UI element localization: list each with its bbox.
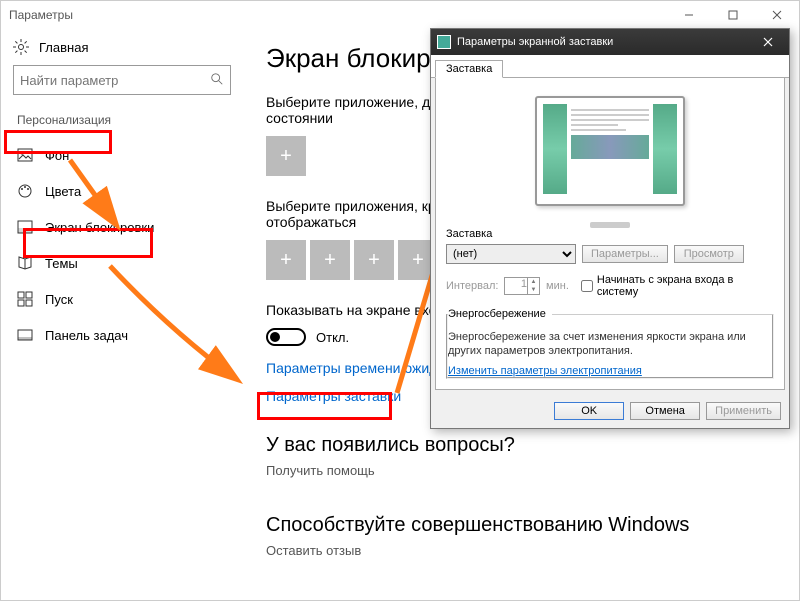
sidebar-category: Персонализация <box>13 109 115 131</box>
plus-icon: + <box>412 249 424 272</box>
brief-app-tile[interactable]: + <box>310 240 350 280</box>
sidebar-item-lockscreen[interactable]: Экран блокировки <box>13 209 246 245</box>
brief-app-tile[interactable]: + <box>266 240 306 280</box>
titlebar: Параметры <box>1 1 799 29</box>
sidebar-item-label: Панель задач <box>45 328 128 343</box>
lockscreen-icon <box>17 219 33 235</box>
plus-icon: + <box>368 249 380 272</box>
plus-icon: + <box>280 249 292 272</box>
screensaver-params-button[interactable]: Параметры... <box>582 245 668 263</box>
sidebar-home-label: Главная <box>39 40 88 55</box>
minimize-button[interactable] <box>667 1 711 29</box>
sidebar-item-label: Фон <box>45 148 69 163</box>
picture-icon <box>17 147 33 163</box>
energy-legend: Энергосбережение <box>448 308 552 320</box>
sidebar-item-label: Пуск <box>45 292 73 307</box>
search-input[interactable] <box>13 65 231 95</box>
sidebar-item-label: Экран блокировки <box>45 220 154 235</box>
taskbar-icon <box>17 327 33 343</box>
dialog-title: Параметры экранной заставки <box>457 36 613 48</box>
sidebar-item-label: Темы <box>45 256 78 271</box>
interval-unit: мин. <box>546 280 569 292</box>
plus-icon: + <box>324 249 336 272</box>
sidebar: Главная Персонализация Фон Цвета Экран б… <box>1 29 246 600</box>
gear-icon <box>13 39 29 55</box>
sidebar-item-themes[interactable]: Темы <box>13 245 246 281</box>
screensaver-preview-button[interactable]: Просмотр <box>674 245 744 263</box>
screensaver-settings-link[interactable]: Параметры заставки <box>266 388 401 404</box>
screensaver-select[interactable]: (нет) <box>446 244 576 264</box>
screensaver-preview-monitor <box>535 96 685 206</box>
detail-app-tile[interactable]: + <box>266 136 306 176</box>
chevron-up-icon[interactable]: ▲ <box>527 278 539 286</box>
interval-label: Интервал: <box>446 280 498 292</box>
brief-app-tile[interactable]: + <box>354 240 394 280</box>
cancel-button[interactable]: Отмена <box>630 402 700 420</box>
sidebar-item-background[interactable]: Фон <box>13 137 246 173</box>
chevron-down-icon[interactable]: ▼ <box>527 286 539 294</box>
dialog-icon <box>437 35 451 49</box>
improve-heading: Способствуйте совершенствованию Windows <box>266 514 779 537</box>
energy-text: Энергосбережение за счет изменения яркос… <box>448 330 772 359</box>
sidebar-item-colors[interactable]: Цвета <box>13 173 246 209</box>
sidebar-home[interactable]: Главная <box>13 33 246 65</box>
sidebar-item-start[interactable]: Пуск <box>13 281 246 317</box>
search-icon <box>210 72 224 89</box>
themes-icon <box>17 255 33 271</box>
maximize-button[interactable] <box>711 1 755 29</box>
show-on-login-toggle[interactable] <box>266 328 306 346</box>
questions-heading: У вас появились вопросы? <box>266 434 779 457</box>
energy-settings-link[interactable]: Изменить параметры электропитания <box>448 365 642 377</box>
interval-spinner[interactable]: 1 ▲▼ <box>504 277 540 295</box>
resume-checkbox-row[interactable]: Начинать с экрана входа в систему <box>581 274 774 298</box>
screensaver-section-label: Заставка <box>446 228 774 240</box>
palette-icon <box>17 183 33 199</box>
search-field[interactable] <box>20 73 190 88</box>
resume-checkbox-label: Начинать с экрана входа в систему <box>597 274 774 298</box>
start-icon <box>17 291 33 307</box>
dialog-titlebar: Параметры экранной заставки <box>431 29 789 55</box>
get-help-link[interactable]: Получить помощь <box>266 463 375 478</box>
resume-checkbox[interactable] <box>581 280 593 292</box>
dialog-close-button[interactable] <box>747 29 789 55</box>
ok-button[interactable]: OK <box>554 402 624 420</box>
window-title: Параметры <box>9 8 73 22</box>
close-button[interactable] <box>755 1 799 29</box>
sidebar-item-label: Цвета <box>45 184 81 199</box>
plus-icon: + <box>280 145 292 168</box>
apply-button[interactable]: Применить <box>706 402 781 420</box>
sidebar-item-taskbar[interactable]: Панель задач <box>13 317 246 353</box>
feedback-link[interactable]: Оставить отзыв <box>266 543 361 558</box>
toggle-state-label: Откл. <box>316 330 349 345</box>
dialog-tab-screensaver[interactable]: Заставка <box>435 60 503 78</box>
screensaver-dialog: Параметры экранной заставки Заставка Зас… <box>430 28 790 429</box>
